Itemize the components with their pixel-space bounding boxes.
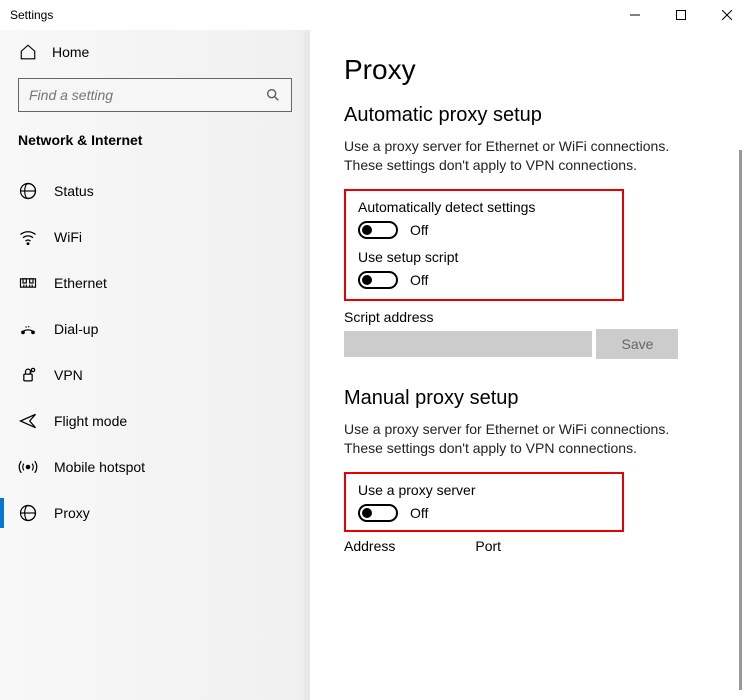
port-label: Port [475, 538, 501, 554]
sidebar-item-label: Mobile hotspot [54, 459, 145, 475]
page-title: Proxy [344, 54, 720, 86]
sidebar-item-label: Flight mode [54, 413, 127, 429]
home-icon [18, 42, 38, 62]
sidebar-item-vpn[interactable]: VPN [0, 352, 310, 398]
manual-proxy-highlight: Use a proxy server Off [344, 472, 624, 532]
sidebar-item-proxy[interactable]: Proxy [0, 490, 310, 536]
search-icon [265, 87, 281, 103]
content-area: Proxy Automatic proxy setup Use a proxy … [310, 30, 750, 700]
dialup-icon [18, 319, 38, 339]
flight-mode-icon [18, 411, 38, 431]
sidebar: Home Network & Internet Status WiFi [0, 30, 310, 700]
sidebar-item-label: WiFi [54, 229, 82, 245]
save-button[interactable]: Save [596, 329, 678, 359]
script-address-input[interactable] [344, 331, 592, 357]
sidebar-item-status[interactable]: Status [0, 168, 310, 214]
minimize-button[interactable] [612, 0, 658, 30]
maximize-button[interactable] [658, 0, 704, 30]
manual-proxy-heading: Manual proxy setup [344, 387, 720, 410]
use-proxy-label: Use a proxy server [358, 482, 610, 498]
sidebar-item-dialup[interactable]: Dial-up [0, 306, 310, 352]
sidebar-item-label: Status [54, 183, 94, 199]
use-proxy-toggle[interactable] [358, 504, 398, 522]
sidebar-item-wifi[interactable]: WiFi [0, 214, 310, 260]
sidebar-item-label: Ethernet [54, 275, 107, 291]
sidebar-item-mobile-hotspot[interactable]: Mobile hotspot [0, 444, 310, 490]
sidebar-item-ethernet[interactable]: Ethernet [0, 260, 310, 306]
setup-script-label: Use setup script [358, 249, 610, 265]
sidebar-home[interactable]: Home [0, 30, 310, 68]
wifi-icon [18, 227, 38, 247]
hotspot-icon [18, 457, 38, 477]
auto-proxy-highlight: Automatically detect settings Off Use se… [344, 189, 624, 301]
window-title: Settings [10, 8, 612, 22]
sidebar-item-label: Proxy [54, 505, 90, 521]
search-box[interactable] [18, 78, 292, 112]
ethernet-icon [18, 273, 38, 293]
sidebar-item-label: VPN [54, 367, 83, 383]
automatic-proxy-heading: Automatic proxy setup [344, 104, 720, 127]
auto-detect-state: Off [410, 222, 428, 238]
auto-detect-toggle[interactable] [358, 221, 398, 239]
close-button[interactable] [704, 0, 750, 30]
home-label: Home [52, 44, 89, 60]
auto-detect-label: Automatically detect settings [358, 199, 610, 215]
sidebar-category: Network & Internet [0, 124, 310, 168]
use-proxy-state: Off [410, 505, 428, 521]
automatic-proxy-description: Use a proxy server for Ethernet or WiFi … [344, 137, 684, 175]
proxy-icon [18, 503, 38, 523]
sidebar-item-flight-mode[interactable]: Flight mode [0, 398, 310, 444]
vpn-icon [18, 365, 38, 385]
search-input[interactable] [29, 87, 265, 103]
manual-proxy-description: Use a proxy server for Ethernet or WiFi … [344, 420, 684, 458]
script-address-label: Script address [344, 309, 720, 325]
titlebar: Settings [0, 0, 750, 30]
address-label: Address [344, 538, 395, 554]
sidebar-item-label: Dial-up [54, 321, 98, 337]
setup-script-toggle[interactable] [358, 271, 398, 289]
setup-script-state: Off [410, 272, 428, 288]
scrollbar[interactable] [739, 150, 742, 690]
status-icon [18, 181, 38, 201]
